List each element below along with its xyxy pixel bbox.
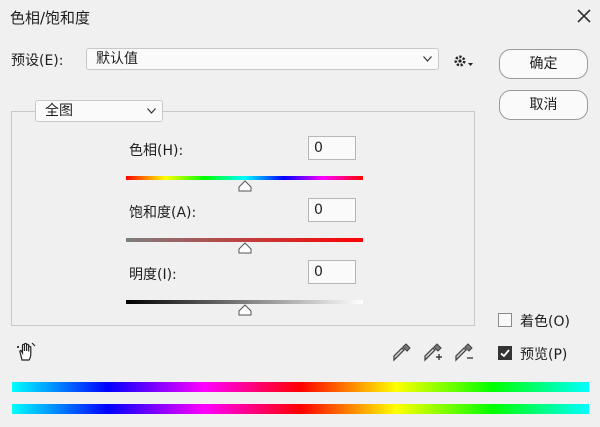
lightness-input[interactable]: 0 [308,260,356,284]
close-icon[interactable] [574,6,594,26]
preview-label[interactable]: 预览(P) [520,344,567,364]
preset-select[interactable]: 默认值 [86,48,439,70]
saturation-input[interactable]: 0 [308,198,356,222]
hue-input[interactable]: 0 [308,136,356,160]
lightness-label: 明度(I): [129,267,177,283]
checkmark-icon [500,349,510,358]
chevron-down-icon [423,56,432,62]
preset-label: 预设(E): [11,53,64,69]
saturation-label: 饱和度(A): [129,205,197,221]
input-color-bar [12,382,589,392]
gear-icon[interactable] [451,51,475,71]
hue-slider-thumb[interactable] [238,180,252,192]
saturation-slider-thumb[interactable] [238,242,252,254]
channel-select[interactable]: 全图 [35,100,163,122]
preview-checkbox[interactable] [498,346,512,360]
colorize-label[interactable]: 着色(O) [520,311,570,331]
cancel-button[interactable]: 取消 [499,90,588,120]
preset-value: 默认值 [96,51,138,67]
eyedropper-plus-icon[interactable] [421,342,443,364]
chevron-down-icon [147,108,156,114]
colorize-checkbox[interactable] [498,313,512,327]
output-color-bar [12,404,589,414]
adjustment-group-box [11,111,475,326]
ok-button[interactable]: 确定 [499,49,588,79]
targeted-adjustment-hand-icon[interactable] [15,340,37,362]
channel-value: 全图 [45,103,73,119]
hue-label: 色相(H): [129,143,184,159]
eyedropper-icon[interactable] [390,342,412,364]
lightness-slider-thumb[interactable] [238,304,252,316]
window-title: 色相/饱和度 [10,9,91,27]
eyedropper-minus-icon[interactable] [452,342,474,364]
